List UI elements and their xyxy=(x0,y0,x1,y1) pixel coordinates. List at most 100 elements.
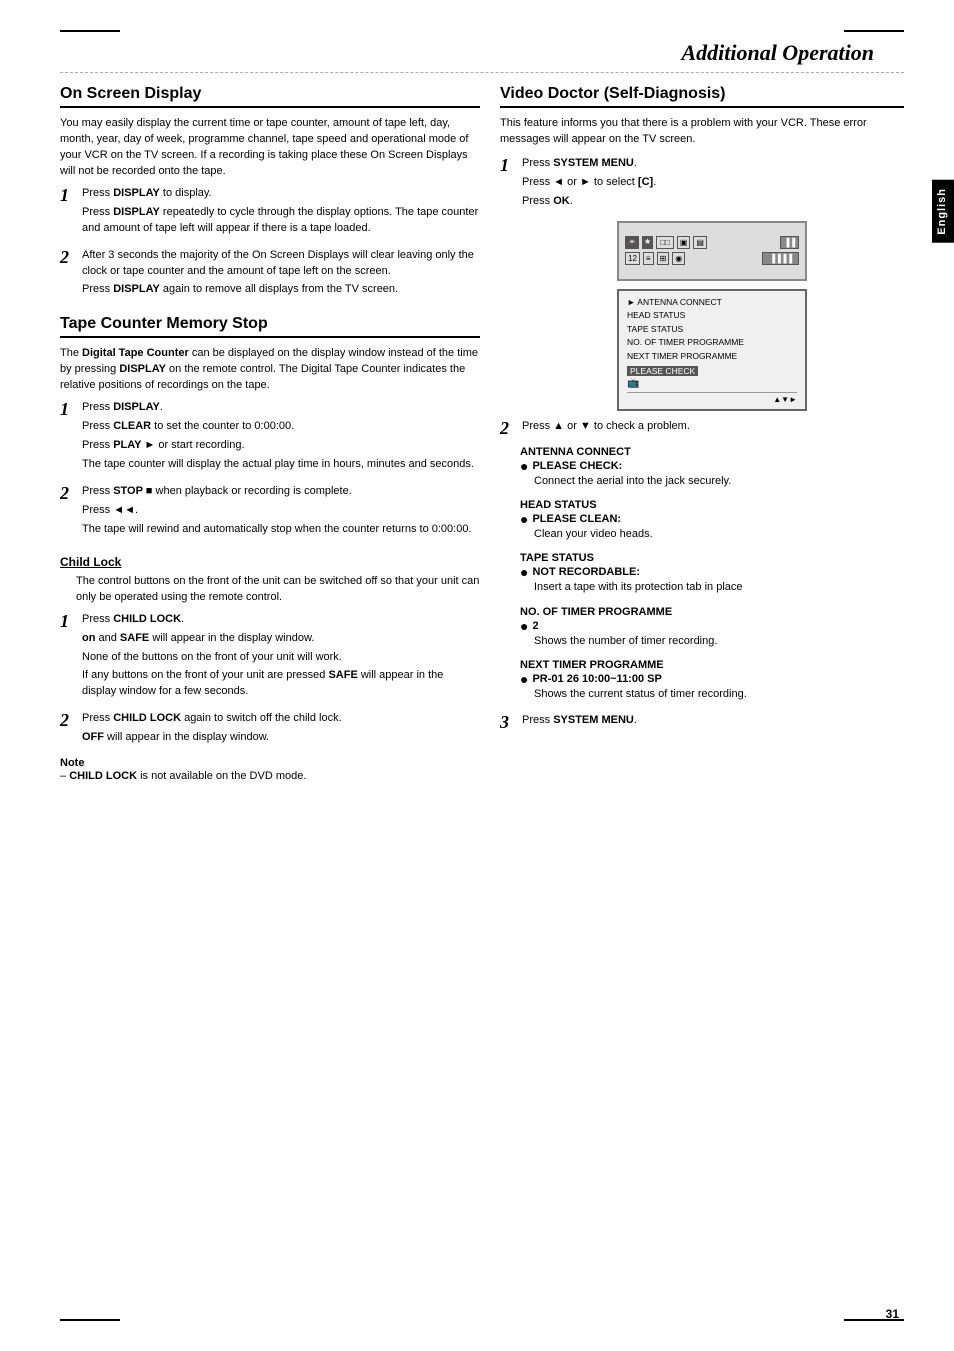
head-bullet-dot: ● xyxy=(520,512,528,526)
tc-s1-line2: Press CLEAR to set the counter to 0:00:0… xyxy=(82,419,480,435)
osd-s1-text1: Press xyxy=(82,187,113,199)
osd-icons-area: 📼 ★ □□ ▣ ▤ ▐▐ 12 ≡ ⊞ ◉ xyxy=(619,232,805,269)
osd-s2-bold: DISPLAY xyxy=(113,283,160,295)
osd-icon11: ▐▐▐▐ xyxy=(762,252,799,265)
tc-s1-bold1: DISPLAY xyxy=(113,401,160,413)
video-doctor-intro: This feature informs you that there is a… xyxy=(500,116,904,148)
tc-s2-text1: Press xyxy=(82,485,113,497)
tc-s2-text2: Press xyxy=(82,504,113,516)
osd-icon3: □□ xyxy=(656,236,674,249)
next-timer-dot: ● xyxy=(520,672,528,686)
osd-icon2: ★ xyxy=(642,236,653,249)
vd-step1-content: Press SYSTEM MENU. Press ◄ or ► to selec… xyxy=(522,156,904,213)
left-column: On Screen Display You may easily display… xyxy=(60,85,480,791)
osd-step1-line1: Press DISPLAY to display. xyxy=(82,186,480,202)
vd-s3-line1: Press SYSTEM MENU. xyxy=(522,713,904,729)
tape-counter-intro: The Digital Tape Counter can be displaye… xyxy=(60,346,480,394)
vd-s1-line1: Press SYSTEM MENU. xyxy=(522,156,904,172)
vd-step1: 1 Press SYSTEM MENU. Press ◄ or ► to sel… xyxy=(500,156,904,213)
next-timer-bullet: ● PR-01 26 10:00~11:00 SP xyxy=(520,673,904,686)
antenna-bullet1: ● PLEASE CHECK: xyxy=(520,460,904,473)
no-timer-desc: Shows the number of timer recording. xyxy=(534,634,904,649)
cl-s2-text1: Press xyxy=(82,712,113,724)
on-screen-display-title: On Screen Display xyxy=(60,85,480,108)
next-timer-title: NEXT TIMER PROGRAMME xyxy=(520,659,904,671)
top-line-right xyxy=(844,30,904,32)
vd-s3-text1: Press xyxy=(522,714,553,726)
no-timer-section: NO. OF TIMER PROGRAMME ● 2 Shows the num… xyxy=(520,606,904,649)
cl-s1-text1b: . xyxy=(181,613,184,625)
vd-s1-line3: Press OK. xyxy=(522,194,904,210)
antenna-connect-title: ANTENNA CONNECT xyxy=(520,446,904,458)
osd-step1-line2: Press DISPLAY repeatedly to cycle throug… xyxy=(82,205,480,237)
note-label: Note xyxy=(60,757,84,769)
osd-row1: 📼 ★ □□ ▣ ▤ ▐▐ xyxy=(625,236,799,249)
on-screen-display-section: On Screen Display You may easily display… xyxy=(60,85,480,301)
vd-s1-bold1: SYSTEM MENU xyxy=(553,157,634,169)
cl-step2-content: Press CHILD LOCK again to switch off the… xyxy=(82,711,480,749)
menu-tv-icon-row: 📺 xyxy=(627,378,797,389)
osd-s1-text1b: to display. xyxy=(160,187,212,199)
osd-icon4: ▣ xyxy=(677,236,691,249)
tc-s2-bold2: ◄◄ xyxy=(113,504,135,516)
vd-s1-text2b: . xyxy=(653,176,656,188)
cl-s1-text4: If any buttons on the front of your unit… xyxy=(82,669,328,681)
tc-s1-text2b: to set the counter to 0:00:00. xyxy=(151,420,294,432)
menu-footer: ▲▼► xyxy=(627,392,797,404)
vd-step2: 2 Press ▲ or ▼ to check a problem. xyxy=(500,419,904,438)
osd-step2-content: After 3 seconds the majority of the On S… xyxy=(82,248,480,302)
cl-s1-text1: Press xyxy=(82,613,113,625)
tc-s2-text2b: . xyxy=(135,504,138,516)
tc-s2-line1: Press STOP ■ when playback or recording … xyxy=(82,484,480,500)
tc-s1-line3: Press PLAY ► or start recording. xyxy=(82,438,480,454)
vd-s3-bold: SYSTEM MENU xyxy=(553,714,634,726)
vd-s1-text3b: . xyxy=(570,195,573,207)
osd-s1-bold1: DISPLAY xyxy=(113,187,160,199)
menu-item-1: ► ANTENNA CONNECT xyxy=(627,296,797,310)
osd-icon5: ▤ xyxy=(693,236,707,249)
cl-s1-text2b: and xyxy=(95,632,119,644)
tc-intro-bold: Digital Tape Counter xyxy=(82,347,189,359)
tc-step2-number: 2 xyxy=(60,484,76,502)
tape-bullet1-label: NOT RECORDABLE: xyxy=(532,566,640,578)
tc-step2: 2 Press STOP ■ when playback or recordin… xyxy=(60,484,480,541)
video-doctor-title: Video Doctor (Self-Diagnosis) xyxy=(500,85,904,108)
child-lock-title: Child Lock xyxy=(60,555,480,569)
vd-step2-number: 2 xyxy=(500,419,516,437)
tc-s1-line1: Press DISPLAY. xyxy=(82,400,480,416)
osd-step2-number: 2 xyxy=(60,248,76,266)
next-timer-section: NEXT TIMER PROGRAMME ● PR-01 26 10:00~11… xyxy=(520,659,904,702)
menu-display-box: ► ANTENNA CONNECT HEAD STATUS TAPE STATU… xyxy=(617,289,807,411)
osd-step2-line2: Press DISPLAY again to remove all displa… xyxy=(82,282,480,298)
cl-s2-text1b: again to switch off the child lock. xyxy=(181,712,342,724)
child-lock-intro: The control buttons on the front of the … xyxy=(60,574,480,606)
menu-highlight-text: PLEASE CHECK xyxy=(627,366,698,376)
cl-step2: 2 Press CHILD LOCK again to switch off t… xyxy=(60,711,480,749)
cl-step2-number: 2 xyxy=(60,711,76,729)
vd-s1-line2: Press ◄ or ► to select [C]. xyxy=(522,175,904,191)
tc-s2-text1b: when playback or recording is complete. xyxy=(152,485,351,497)
tc-step1-number: 1 xyxy=(60,400,76,418)
cl-s1-bold1: CHILD LOCK xyxy=(113,613,181,625)
osd-step1: 1 Press DISPLAY to display. Press DISPLA… xyxy=(60,186,480,240)
osd-step2-line1: After 3 seconds the majority of the On S… xyxy=(82,248,480,280)
page-header: Additional Operation xyxy=(60,40,904,66)
osd-s2-text2b: again to remove all displays from the TV… xyxy=(160,283,398,295)
header-divider xyxy=(60,72,904,73)
tape-counter-title: Tape Counter Memory Stop xyxy=(60,315,480,338)
cl-s1-bold4: SAFE xyxy=(328,669,357,681)
antenna-bullet1-desc: Connect the aerial into the jack securel… xyxy=(534,474,904,489)
head-bullet1-desc: Clean your video heads. xyxy=(534,527,904,542)
cl-s1-line2: on and SAFE will appear in the display w… xyxy=(82,631,480,647)
cl-s1-line3: None of the buttons on the front of your… xyxy=(82,650,480,666)
note-after: is not available on the DVD mode. xyxy=(137,770,306,782)
osd-icon7: 12 xyxy=(625,252,640,265)
vd-s1-text2a: Press ◄ or ► to select xyxy=(522,176,638,188)
bottom-line-left xyxy=(60,1319,120,1321)
tape-status-section: TAPE STATUS ● NOT RECORDABLE: Insert a t… xyxy=(520,552,904,595)
menu-highlight-row: PLEASE CHECK xyxy=(627,366,797,376)
cl-s1-bold2: on xyxy=(82,632,95,644)
top-line-left xyxy=(60,30,120,32)
cl-s1-line4: If any buttons on the front of your unit… xyxy=(82,668,480,700)
vd-step3: 3 Press SYSTEM MENU. xyxy=(500,713,904,732)
